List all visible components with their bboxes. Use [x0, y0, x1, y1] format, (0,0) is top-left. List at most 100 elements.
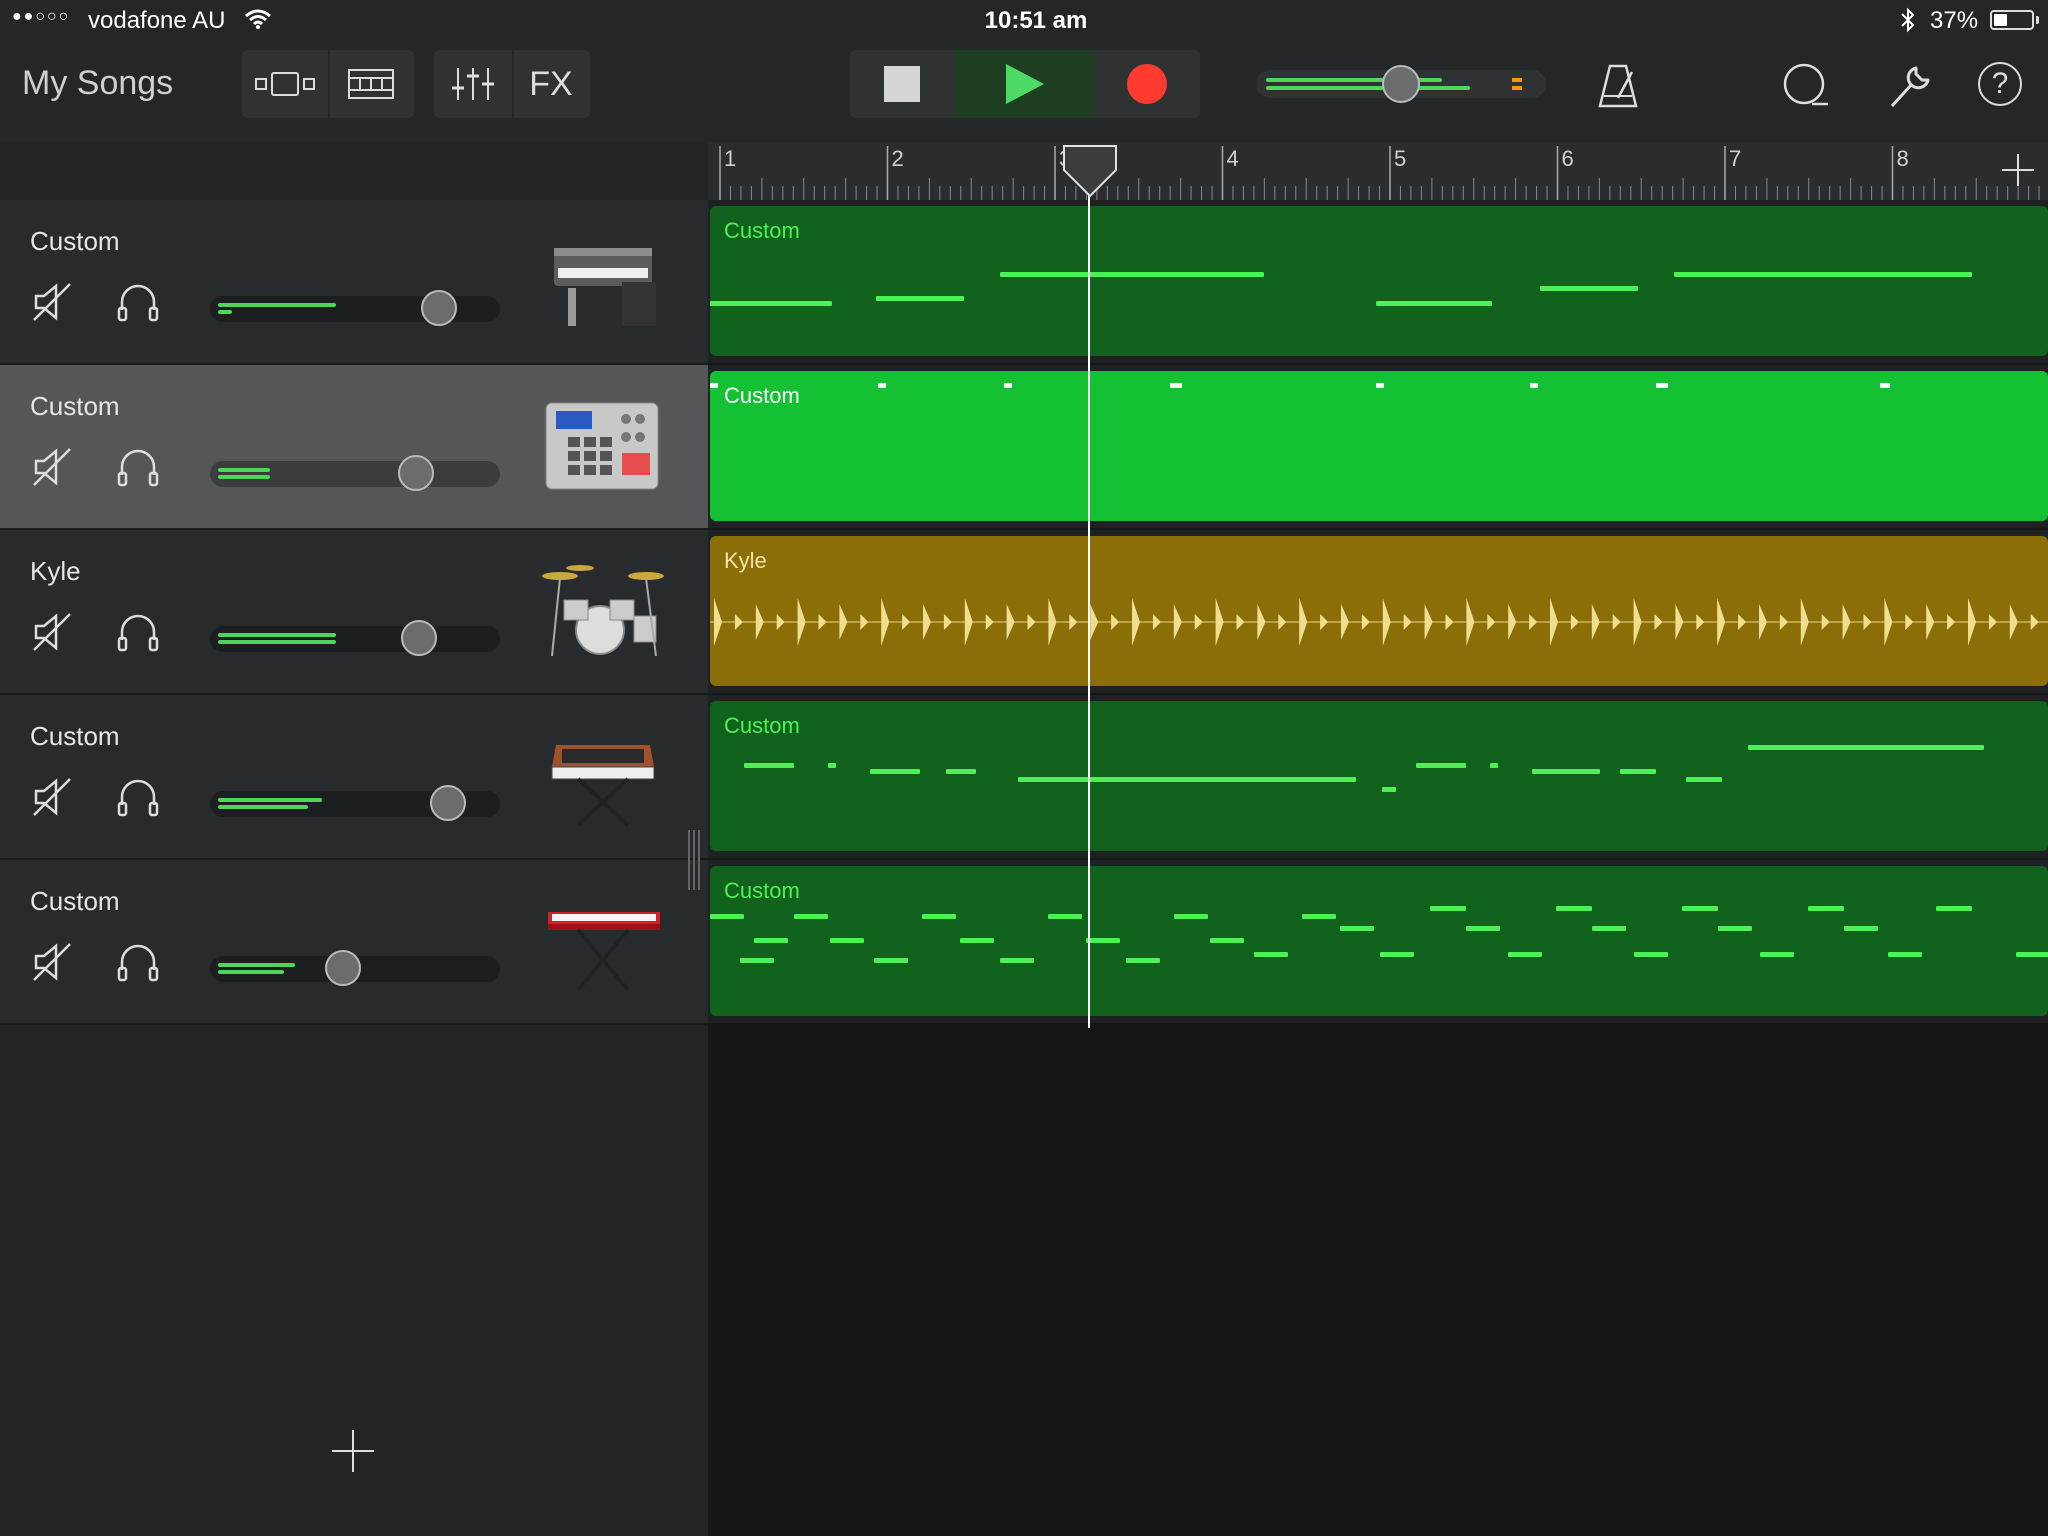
master-peak-right: [1512, 86, 1522, 90]
midi-note: [1808, 906, 1844, 911]
red-keyboard-icon[interactable]: [538, 886, 668, 996]
midi-note: [1844, 926, 1878, 931]
track-volume-knob[interactable]: [430, 785, 466, 821]
fx-button[interactable]: FX: [512, 50, 590, 118]
play-button[interactable]: [954, 50, 1094, 118]
headphones-solo-icon[interactable]: [116, 280, 160, 329]
add-section-button[interactable]: [2000, 152, 2036, 193]
plus-icon: [332, 1430, 374, 1472]
stop-button[interactable]: [850, 50, 954, 118]
midi-region[interactable]: Custom: [710, 866, 2048, 1016]
loop-browser-icon[interactable]: [1782, 62, 1830, 108]
master-volume-slider[interactable]: [1256, 65, 1546, 103]
drum-machine-icon[interactable]: [538, 391, 668, 501]
midi-region[interactable]: Custom: [710, 206, 2048, 356]
playhead-handle[interactable]: [1062, 144, 1118, 200]
midi-note: [710, 301, 832, 306]
master-volume-knob[interactable]: [1382, 65, 1420, 103]
bar-number: 5: [1394, 146, 1406, 171]
drum-kit-icon[interactable]: [538, 556, 668, 666]
track-volume-slider[interactable]: [210, 455, 500, 491]
region-label: Custom: [724, 878, 800, 903]
bar-number: 7: [1729, 146, 1741, 171]
battery-level: [1994, 14, 2007, 26]
midi-note: [1508, 952, 1542, 957]
track-resize-handle[interactable]: [686, 830, 702, 890]
mute-icon[interactable]: [30, 940, 74, 989]
wifi-icon: [245, 9, 271, 29]
stop-icon: [884, 66, 920, 102]
add-track-button[interactable]: [330, 1428, 376, 1479]
mute-icon[interactable]: [30, 445, 74, 494]
midi-note: [1048, 914, 1082, 919]
bar-ruler[interactable]: 12345678: [708, 142, 2048, 201]
track-volume-knob[interactable]: [421, 290, 457, 326]
midi-note: [922, 914, 956, 919]
record-icon: [1127, 64, 1167, 104]
midi-note: [1634, 952, 1668, 957]
midi-note: [1748, 745, 1984, 750]
carrier-name: vodafone AU: [88, 7, 226, 34]
help-icon[interactable]: ?: [1978, 62, 2022, 106]
tracks-view-button[interactable]: [328, 50, 414, 118]
midi-note: [878, 383, 886, 388]
track-volume-slider[interactable]: [210, 290, 500, 326]
track-header[interactable]: Kyle: [0, 530, 708, 695]
settings-wrench-icon[interactable]: [1886, 62, 1934, 110]
play-icon: [1006, 64, 1044, 104]
track-volume-knob[interactable]: [325, 950, 361, 986]
bar-number: 4: [1227, 146, 1239, 171]
level-meter-left: [218, 303, 336, 307]
level-meter-left: [218, 633, 336, 637]
midi-note: [1000, 272, 1264, 277]
track-name[interactable]: Custom: [30, 226, 120, 257]
midi-region[interactable]: Custom: [710, 701, 2048, 851]
headphones-solo-icon[interactable]: [116, 940, 160, 989]
mute-icon[interactable]: [30, 280, 74, 329]
track-volume-slider[interactable]: [210, 620, 500, 656]
midi-note: [744, 763, 794, 768]
track-header[interactable]: Custom: [0, 860, 708, 1025]
mute-icon[interactable]: [30, 610, 74, 659]
bar-number: 8: [1897, 146, 1909, 171]
track-header[interactable]: Custom: [0, 365, 708, 530]
headphones-solo-icon[interactable]: [116, 445, 160, 494]
headphones-solo-icon[interactable]: [116, 610, 160, 659]
track-volume-slider[interactable]: [210, 785, 500, 821]
midi-note: [960, 938, 994, 943]
midi-note: [794, 914, 828, 919]
analog-synth-icon[interactable]: [538, 721, 668, 831]
track-name[interactable]: Custom: [30, 886, 120, 917]
level-meter-right: [218, 475, 270, 479]
midi-note: [1880, 383, 1890, 388]
track-header[interactable]: Custom: [0, 695, 708, 860]
level-meter-right: [218, 640, 336, 644]
region-label: Custom: [724, 713, 800, 738]
track-volume-knob[interactable]: [401, 620, 437, 656]
midi-note: [1376, 301, 1492, 306]
track-name[interactable]: Custom: [30, 721, 120, 752]
midi-note: [1302, 914, 1336, 919]
browser-view-button[interactable]: [242, 50, 330, 118]
midi-note: [1592, 926, 1626, 931]
my-songs-button[interactable]: My Songs: [22, 64, 173, 103]
midi-note: [1540, 286, 1638, 291]
track-name[interactable]: Kyle: [30, 556, 81, 587]
track-volume-knob[interactable]: [398, 455, 434, 491]
midi-note: [1340, 926, 1374, 931]
midi-note: [828, 763, 836, 768]
midi-note: [1760, 952, 1794, 957]
mixer-button[interactable]: [434, 50, 514, 118]
electric-piano-icon[interactable]: [538, 226, 668, 336]
track-name[interactable]: Custom: [30, 391, 120, 422]
mixer-icon: [452, 68, 494, 100]
mute-icon[interactable]: [30, 775, 74, 824]
bar-number: 1: [724, 146, 736, 171]
headphones-solo-icon[interactable]: [116, 775, 160, 824]
audio-region[interactable]: Kyle: [710, 536, 2048, 686]
record-button[interactable]: [1094, 50, 1200, 118]
midi-region[interactable]: Custom: [710, 371, 2048, 521]
track-volume-slider[interactable]: [210, 950, 500, 986]
metronome-icon[interactable]: [1596, 62, 1640, 110]
track-header[interactable]: Custom: [0, 200, 708, 365]
